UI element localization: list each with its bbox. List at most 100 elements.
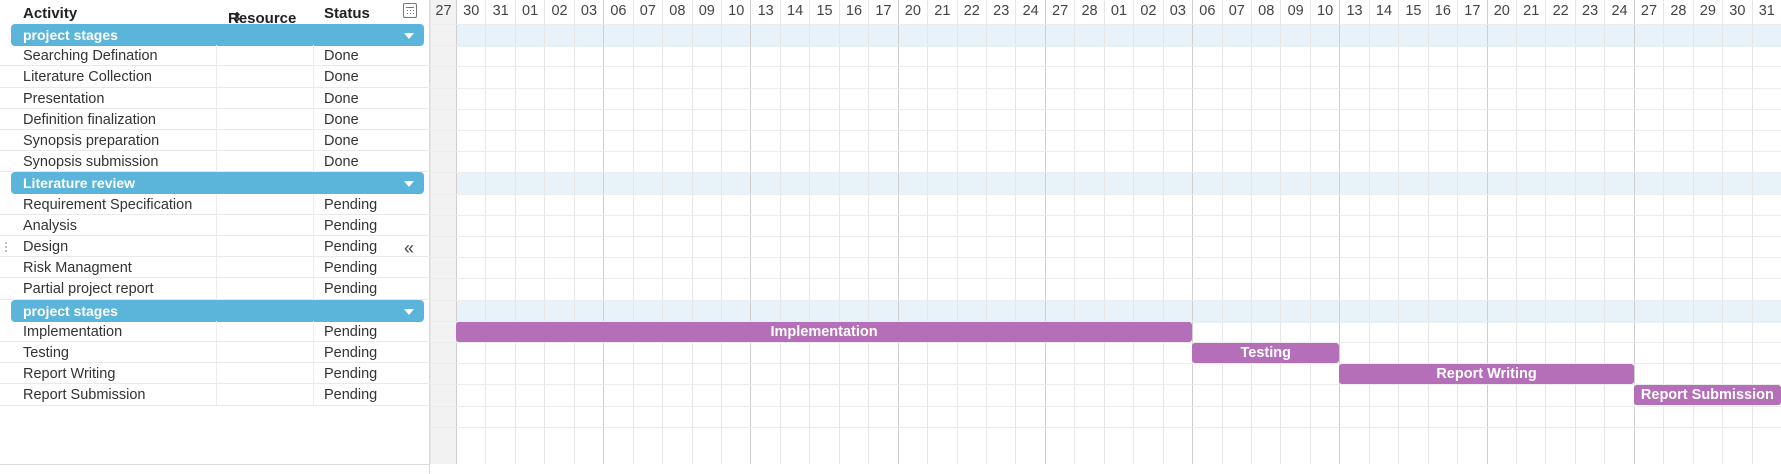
task-row[interactable]: Partial project report Pending [0, 278, 430, 300]
column-divider [313, 193, 314, 214]
group-header[interactable]: project stages [11, 299, 424, 322]
task-status: Pending [324, 323, 378, 340]
column-divider [216, 236, 217, 257]
group-header[interactable]: project stages [11, 24, 424, 46]
day-label: 20 [1493, 3, 1510, 19]
task-status: Done [324, 69, 359, 86]
day-label: 30 [463, 3, 480, 19]
task-bar[interactable]: Report Writing [1339, 364, 1634, 384]
task-row[interactable]: Synopsis submission Done [0, 151, 430, 173]
activity-header[interactable]: Activity [23, 5, 77, 22]
group-row: project stages [0, 299, 430, 324]
day-column: 03 [1162, 0, 1192, 464]
column-divider [313, 363, 314, 384]
calendar-icon[interactable] [403, 3, 417, 18]
day-column: 07 [632, 0, 662, 464]
day-column: 15 [1398, 0, 1427, 464]
task-row[interactable]: Risk Managment Pending [0, 257, 430, 279]
task-bar[interactable]: Report Submission [1633, 385, 1781, 406]
column-divider [216, 66, 217, 87]
task-status: Done [324, 133, 359, 149]
task-status: Pending [324, 387, 378, 404]
task-row[interactable]: Requirement Specification Pending [0, 193, 430, 215]
grid-row-line [430, 108, 1781, 110]
task-activity: Design [23, 239, 69, 255]
double-chevron-left-icon[interactable]: « [404, 238, 414, 259]
task-activity: Synopsis submission [23, 154, 159, 171]
day-label: 13 [1346, 3, 1363, 19]
table-bottom-border [0, 464, 430, 465]
task-row[interactable]: Report Submission Pending [0, 384, 430, 406]
caret-down-icon[interactable] [404, 308, 414, 315]
task-row[interactable]: Testing Pending [0, 342, 430, 364]
column-divider [313, 87, 314, 108]
task-activity: Synopsis preparation [23, 133, 160, 149]
day-label: 31 [492, 3, 509, 19]
day-label: 29 [1699, 3, 1716, 19]
task-row[interactable]: Design Pending [0, 236, 430, 258]
day-label: 21 [1523, 3, 1540, 19]
day-label: 28 [1081, 3, 1098, 19]
caret-down-icon[interactable] [404, 181, 414, 188]
task-row[interactable]: Definition finalization Done [0, 108, 430, 130]
grid-row-line [430, 257, 1781, 259]
day-label: 20 [904, 3, 921, 19]
grid-row-line [430, 278, 1781, 280]
day-label: 14 [1375, 3, 1393, 19]
day-label: 22 [963, 3, 980, 19]
task-activity: Searching Defination [23, 48, 158, 65]
column-divider [313, 45, 314, 66]
day-column: 08 [662, 0, 691, 464]
day-column: 17 [1457, 0, 1486, 464]
status-header[interactable]: Status [324, 5, 370, 22]
task-row[interactable]: Literature Collection Done [0, 66, 430, 88]
day-label: 08 [669, 3, 686, 19]
day-column: 10 [1309, 0, 1339, 464]
day-column: 09 [1280, 0, 1309, 464]
task-row[interactable]: Searching Defination Done [0, 45, 430, 67]
column-divider [216, 257, 217, 278]
task-activity: Implementation [23, 323, 123, 340]
task-status: Pending [324, 345, 378, 361]
grid-row-line [430, 87, 1781, 89]
day-label: 02 [1140, 3, 1157, 19]
task-row[interactable]: Presentation Done [0, 87, 430, 109]
task-row[interactable]: Synopsis preparation Done [0, 130, 430, 152]
day-label: 16 [1434, 3, 1451, 19]
day-label: 16 [845, 3, 863, 19]
group-header[interactable]: Literature review [11, 172, 424, 195]
day-label: 27 [1052, 3, 1069, 19]
day-column: 23 [986, 0, 1015, 464]
task-row[interactable]: Analysis Pending [0, 214, 430, 236]
column-divider [216, 108, 217, 129]
caret-down-icon[interactable] [404, 33, 414, 39]
column-divider [313, 342, 314, 363]
day-column: 02 [1133, 0, 1162, 464]
day-column: 22 [1545, 0, 1574, 464]
day-label: 13 [757, 3, 774, 19]
task-bar[interactable]: Testing [1192, 342, 1340, 363]
column-divider [313, 257, 314, 278]
day-label: 23 [1582, 3, 1599, 19]
day-label: 15 [816, 3, 833, 19]
column-divider [216, 278, 217, 299]
grid-row-line [430, 214, 1781, 216]
column-divider [313, 236, 314, 257]
column-divider [216, 214, 217, 235]
day-column: 14 [1368, 0, 1398, 464]
column-divider [216, 151, 217, 172]
drag-handle-icon[interactable] [5, 242, 7, 254]
task-activity: Analysis [23, 217, 77, 234]
grid-row-line [430, 45, 1781, 47]
day-label: 15 [1405, 3, 1422, 19]
task-row[interactable]: Report Writing Pending [0, 363, 430, 385]
column-divider [313, 214, 314, 235]
task-activity: Presentation [23, 90, 105, 107]
task-status: Done [324, 154, 359, 171]
day-column: 02 [544, 0, 573, 464]
day-label: 24 [1022, 3, 1039, 19]
task-bar[interactable]: Implementation [456, 321, 1193, 342]
task-row[interactable]: Implementation Pending [0, 320, 430, 342]
sort-icon[interactable]: ⇕ [232, 10, 242, 24]
day-label: 17 [1464, 3, 1481, 19]
